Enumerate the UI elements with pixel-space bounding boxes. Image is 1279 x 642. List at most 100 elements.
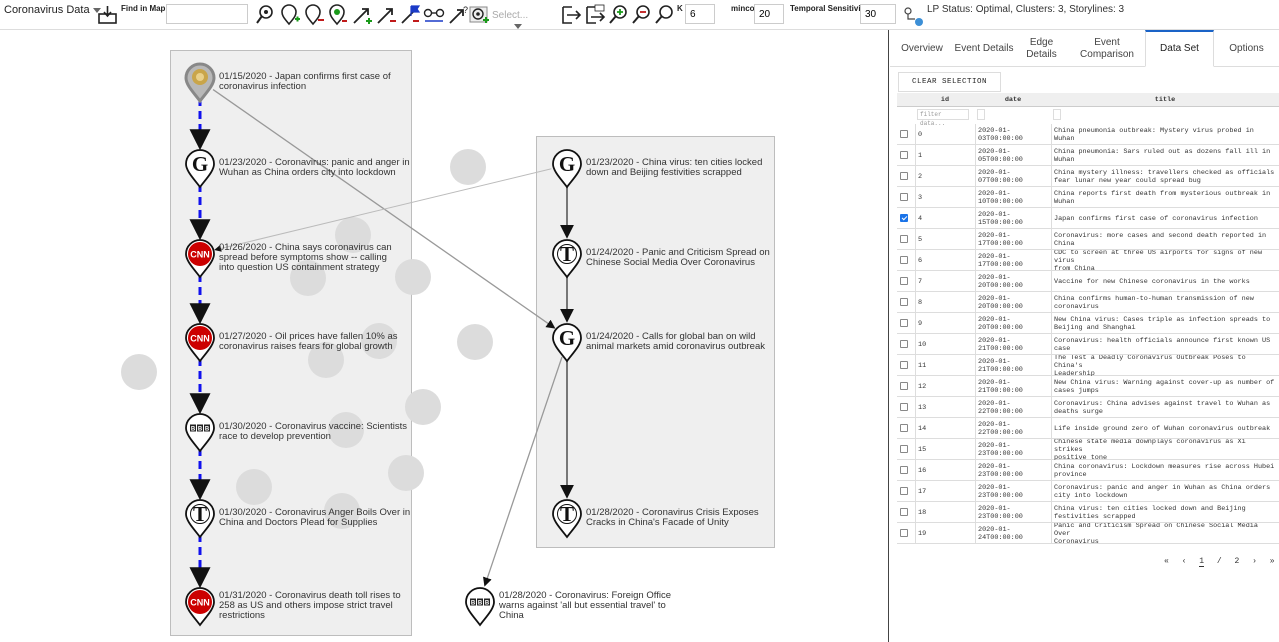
row-checkbox[interactable] (900, 256, 908, 264)
mincover-input[interactable] (754, 4, 784, 24)
row-checkbox[interactable] (900, 403, 908, 411)
table-row[interactable]: 2 2020-01- 07T00:00:00 China mystery illnes… (897, 166, 1279, 187)
table-row[interactable]: 16 2020-01- 23T00:00:00 China coronavirus: … (897, 460, 1279, 481)
remove-pin-icon[interactable] (303, 4, 325, 26)
cross-edge[interactable] (483, 356, 563, 587)
event-node[interactable]: BBB (465, 587, 495, 627)
add-edge-icon[interactable] (351, 4, 373, 26)
tab-event-details[interactable]: Event Details (954, 30, 1014, 67)
next-page-button[interactable]: › (1252, 557, 1257, 566)
table-row[interactable]: 12 2020-01- 21T00:00:00 New China virus: Wa… (897, 376, 1279, 397)
event-node[interactable] (184, 62, 216, 104)
row-checkbox[interactable] (900, 130, 908, 138)
table-row[interactable]: 5 2020-01- 17T00:00:00 Coronavirus: more ca… (897, 229, 1279, 250)
remove-edge-icon[interactable] (375, 4, 397, 26)
table-row[interactable]: 6 2020-01- 17T00:00:00 CDC to screen at thr… (897, 250, 1279, 271)
column-header-title[interactable]: title (1051, 93, 1279, 107)
clear-selection-button[interactable]: CLEAR SELECTION (898, 72, 1001, 92)
event-node[interactable]: CNN (185, 323, 215, 363)
edge-question-icon[interactable]: ? (447, 4, 469, 26)
column-header-date[interactable]: date (975, 93, 1051, 107)
column-header-id[interactable]: id (915, 93, 975, 107)
event-node[interactable]: BBB (185, 413, 215, 453)
table-row[interactable]: 18 2020-01- 23T00:00:00 China virus: ten ci… (897, 502, 1279, 523)
dataset-select[interactable]: Coronavirus Data (4, 4, 101, 16)
pin-settings-icon[interactable] (327, 4, 349, 26)
row-checkbox[interactable] (900, 340, 908, 348)
table-row[interactable]: 9 2020-01- 20T00:00:00 New China virus: Cas… (897, 313, 1279, 334)
link-nodes-icon[interactable] (423, 4, 445, 26)
prev-page-button[interactable]: ‹ (1182, 557, 1187, 566)
cluster-select[interactable]: Select... (492, 10, 552, 32)
table-row[interactable]: 19 2020-01- 24T00:00:00 Panic and Criticism… (897, 523, 1279, 544)
row-checkbox[interactable] (900, 298, 908, 306)
cross-edge[interactable] (212, 89, 556, 329)
row-checkbox[interactable] (900, 424, 908, 432)
table-row[interactable]: 1 2020-01- 05T00:00:00 China pneumonia: Sar… (897, 145, 1279, 166)
table-row[interactable]: 10 2020-01- 21T00:00:00 Coronavirus: health… (897, 334, 1279, 355)
row-checkbox[interactable] (900, 319, 908, 327)
tab-options[interactable]: Options (1214, 30, 1279, 67)
zoom-reset-icon[interactable] (653, 4, 675, 26)
event-label[interactable]: 01/23/2020 - Coronavirus: panic and ange… (219, 158, 410, 178)
current-page[interactable]: 1 (1199, 557, 1205, 567)
filter-date-input[interactable] (977, 109, 985, 120)
row-checkbox[interactable] (900, 445, 908, 453)
event-node[interactable]: G (552, 323, 582, 363)
cluster-settings-icon[interactable] (468, 4, 490, 26)
row-checkbox[interactable] (900, 193, 908, 201)
event-label[interactable]: 01/23/2020 - China virus: ten cities loc… (586, 158, 762, 178)
filter-title-input[interactable] (1053, 109, 1061, 120)
map-search-input[interactable] (166, 4, 248, 24)
row-checkbox[interactable] (900, 235, 908, 243)
row-checkbox[interactable] (900, 277, 908, 285)
row-checkbox[interactable] (900, 151, 908, 159)
row-checkbox[interactable] (900, 172, 908, 180)
row-checkbox[interactable] (900, 508, 908, 516)
event-node[interactable]: CNN (185, 587, 215, 627)
add-pin-icon[interactable] (279, 4, 301, 26)
table-row[interactable]: 7 2020-01- 20T00:00:00 Vaccine for new Chin… (897, 271, 1279, 292)
event-node[interactable]: CNN (185, 239, 215, 279)
event-label[interactable]: 01/30/2020 - Coronavirus Anger Boils Ove… (219, 508, 410, 528)
table-row[interactable]: 14 2020-01- 22T00:00:00 Life inside ground … (897, 418, 1279, 439)
export-json-icon[interactable] (584, 4, 606, 26)
event-node[interactable]: G (552, 149, 582, 189)
event-node[interactable]: G (185, 149, 215, 189)
event-node[interactable]: T (552, 499, 582, 539)
zoom-in-icon[interactable] (607, 4, 629, 26)
find-in-map-icon[interactable] (97, 4, 119, 26)
row-checkbox[interactable] (900, 361, 908, 369)
tab-overview[interactable]: Overview (890, 30, 954, 67)
event-label[interactable]: 01/30/2020 - Coronavirus vaccine: Scient… (219, 422, 407, 442)
row-checkbox[interactable] (900, 466, 908, 474)
storyline-map[interactable]: G CNN CNN B B B T CNN G T G T B B B 01/15/2020 - Japan… (0, 30, 889, 642)
table-row[interactable]: 17 2020-01- 23T00:00:00 Coronavirus: panic … (897, 481, 1279, 502)
row-checkbox[interactable] (900, 529, 908, 537)
event-label[interactable]: 01/28/2020 - Coronavirus: Foreign Office… (499, 591, 671, 621)
table-row[interactable]: 11 2020-01- 21T00:00:00 The Test a Deadly C… (897, 355, 1279, 376)
k-input[interactable] (685, 4, 715, 24)
find-in-map-label[interactable]: Find in Map (121, 4, 165, 13)
table-row[interactable]: 3 2020-01- 10T00:00:00 China reports first … (897, 187, 1279, 208)
export-icon[interactable] (560, 4, 582, 26)
zoom-out-icon[interactable] (630, 4, 652, 26)
event-label[interactable]: 01/15/2020 - Japan confirms first case o… (219, 72, 391, 92)
event-label[interactable]: 01/24/2020 - Panic and Criticism Spread … (586, 248, 770, 268)
table-row[interactable]: 13 2020-01- 22T00:00:00 Coronavirus: China … (897, 397, 1279, 418)
zoom-pin-icon[interactable] (254, 4, 276, 26)
last-page-button[interactable]: » (1270, 557, 1275, 566)
tab-data-set[interactable]: Data Set (1145, 30, 1214, 67)
event-label[interactable]: 01/31/2020 - Coronavirus death toll rise… (219, 591, 401, 621)
row-checkbox[interactable] (900, 487, 908, 495)
event-label[interactable]: 01/28/2020 - Coronavirus Crisis Exposes C… (586, 508, 759, 528)
table-row[interactable]: 0 2020-01- 03T00:00:00 China pneumonia outb… (897, 124, 1279, 145)
tab-event-comparison[interactable]: Event Comparison (1069, 30, 1145, 67)
cross-edge[interactable] (214, 168, 552, 252)
table-row[interactable]: 4 2020-01- 15T00:00:00 Japan confirms first… (897, 208, 1279, 229)
event-label[interactable]: 01/26/2020 - China says coronavirus can s… (219, 243, 392, 273)
tab-edge-details[interactable]: Edge Details (1014, 30, 1069, 67)
flag-edge-icon[interactable] (399, 4, 421, 26)
event-node[interactable]: T (185, 499, 215, 539)
event-label[interactable]: 01/24/2020 - Calls for global ban on wil… (586, 332, 765, 352)
